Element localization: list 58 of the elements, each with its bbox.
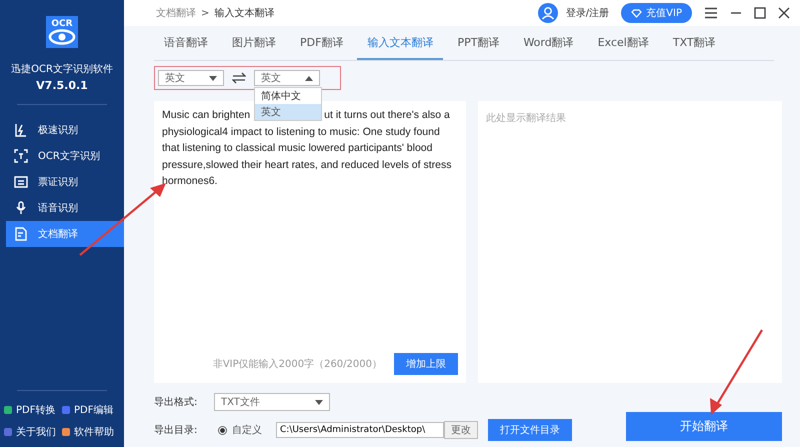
sidebar-item[interactable]: OCR文字识别 — [6, 143, 124, 169]
sidebar-link[interactable]: 软件帮助 — [62, 425, 120, 439]
dropdown-option[interactable]: 英文 — [255, 104, 321, 120]
menu-icon[interactable] — [704, 7, 718, 19]
sidebar-item[interactable]: 票证识别 — [6, 169, 124, 195]
tab[interactable]: Word翻译 — [513, 35, 584, 60]
caret-down-icon — [315, 400, 323, 404]
sidebar-item[interactable]: 极速识别 — [6, 117, 124, 143]
ocr-logo-icon: OCR — [46, 16, 78, 48]
tab[interactable]: 输入文本翻译 — [357, 35, 444, 60]
input-text[interactable]: Music can brighten — [162, 107, 250, 124]
input-limit-note: 非VIP仅能输入2000字（260/2000） — [212, 358, 382, 371]
increase-limit-button[interactable]: 增加上限 — [394, 353, 458, 375]
tab[interactable]: 图片翻译 — [222, 35, 286, 60]
sidebar-item[interactable]: 文档翻译 — [6, 221, 124, 247]
close-icon[interactable] — [778, 7, 790, 19]
path-field[interactable]: C:\Users\Administrator\Desktop\ — [276, 422, 444, 438]
scan-frame-icon — [14, 149, 28, 163]
change-button[interactable]: 更改 — [444, 421, 478, 439]
tab[interactable]: PPT翻译 — [447, 35, 510, 60]
target-language-dropdown[interactable]: 英文 — [254, 70, 320, 86]
breadcrumb-separator: > — [201, 8, 210, 18]
login-link[interactable]: 登录/注册 — [566, 6, 610, 20]
breadcrumb-current: 输入文本翻译 — [214, 6, 274, 20]
radio-label: 自定义 — [232, 424, 262, 437]
breadcrumb-link[interactable]: 文档翻译 — [156, 6, 196, 20]
export-format-dropdown[interactable]: TXT文件 — [214, 393, 330, 411]
diamond-icon — [631, 8, 642, 18]
input-text[interactable]: ut it turns out there's also a — [324, 107, 450, 124]
maximize-icon[interactable] — [754, 7, 766, 19]
sidebar-link[interactable]: 关于我们 — [4, 425, 62, 439]
ticket-icon — [14, 175, 28, 189]
sidebar-item[interactable]: 语音识别 — [6, 195, 124, 221]
export-format-label: 导出格式: — [154, 396, 198, 409]
swap-icon[interactable] — [232, 72, 246, 84]
sidebar-link[interactable]: PDF编辑 — [62, 403, 120, 417]
tab[interactable]: TXT翻译 — [662, 35, 726, 60]
start-translate-button[interactable]: 开始翻译 — [626, 412, 782, 441]
sidebar-link[interactable]: PDF转换 — [4, 403, 62, 417]
vip-button[interactable]: 充值VIP — [621, 3, 692, 23]
caret-down-icon — [209, 76, 217, 80]
document-icon — [14, 227, 28, 241]
app-version: V7.5.0.1 — [36, 79, 88, 92]
export-directory-label: 导出目录: — [154, 424, 198, 437]
tab[interactable]: Excel翻译 — [588, 35, 659, 60]
user-avatar-icon[interactable] — [538, 3, 558, 23]
radio-button[interactable] — [218, 426, 227, 434]
dropdown-option[interactable]: 简体中文 — [255, 88, 321, 104]
tab[interactable]: PDF翻译 — [290, 35, 354, 60]
tab[interactable]: 语音翻译 — [154, 35, 218, 60]
caret-up-icon — [305, 76, 313, 80]
lightning-icon — [14, 123, 28, 137]
app-name: 迅捷OCR文字识别软件 — [11, 62, 113, 76]
output-field[interactable]: 此处显示翻译结果 — [478, 101, 782, 383]
input-text[interactable]: physiological4 impact to listening to music: One study found that listening to classical music lowered participants' blood pressure,slowed their heart rates, and reduced levels of stress hormones6. — [162, 124, 458, 190]
source-language-dropdown[interactable]: 英文 — [158, 70, 224, 86]
open-folder-button[interactable]: 打开文件目录 — [488, 419, 572, 441]
microphone-icon — [14, 201, 28, 215]
